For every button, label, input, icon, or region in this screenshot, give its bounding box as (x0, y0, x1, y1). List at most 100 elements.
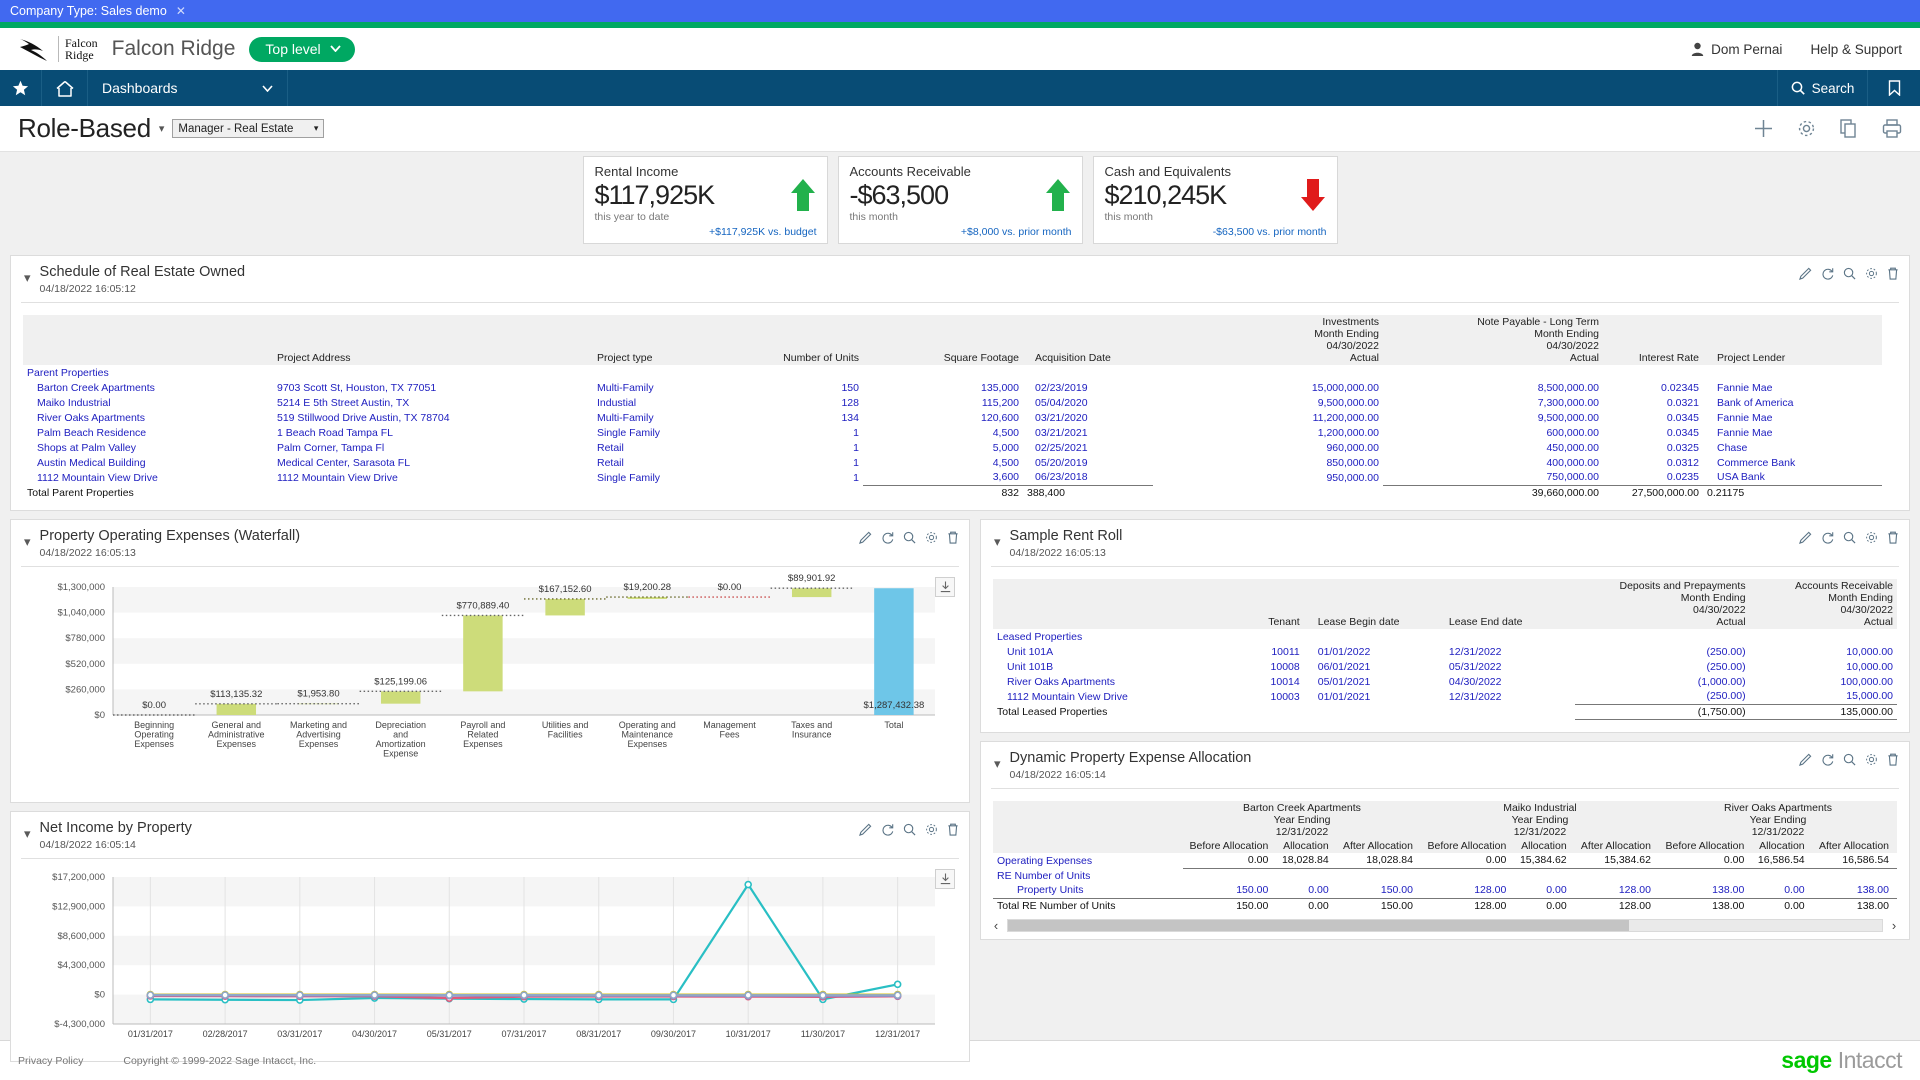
cell[interactable]: 0.00 (1658, 853, 1753, 869)
gear-icon[interactable] (1865, 531, 1878, 544)
net-income-chart[interactable]: $-4,300,000 $0 $4,300,000 $8,600,000 $12,900… (21, 865, 949, 1050)
cell[interactable]: (1,000.00) (1575, 674, 1750, 689)
cell[interactable]: Fannie Mae (1703, 425, 1882, 440)
table-row[interactable]: Barton Creek Apartments 9703 Scott St, Ho… (23, 380, 1897, 395)
cell[interactable]: 02/23/2019 (1023, 380, 1153, 395)
scrollbar-track[interactable] (1007, 919, 1883, 932)
trash-icon[interactable] (947, 823, 959, 836)
cell[interactable]: Fannie Mae (1703, 380, 1882, 395)
cell[interactable]: 9,500,000.00 (1383, 410, 1603, 425)
cell[interactable]: 4,500 (863, 425, 1023, 440)
cell[interactable]: 1 (733, 470, 863, 485)
cell[interactable]: 150.00 (1183, 883, 1276, 898)
cell[interactable] (1752, 868, 1812, 883)
cell[interactable]: 950,000.00 (1153, 470, 1383, 485)
search-icon[interactable] (1843, 267, 1856, 280)
cell[interactable]: 100,000.00 (1750, 674, 1897, 689)
edit-icon[interactable] (1799, 267, 1812, 280)
cell[interactable]: 1 (733, 440, 863, 455)
cell[interactable]: 10003 (1203, 689, 1304, 704)
table-row[interactable]: Maiko Industrial 5214 E 5th Street Austin… (23, 395, 1897, 410)
cell[interactable] (1183, 868, 1276, 883)
data-point[interactable] (520, 991, 528, 999)
cell[interactable]: 18,028.84 (1276, 853, 1337, 869)
cell[interactable]: (250.00) (1575, 689, 1750, 704)
table-row[interactable]: Total RE Number of Units 150.00 0.00 150.00… (993, 897, 1897, 913)
waterfall-bar[interactable] (545, 598, 585, 616)
data-point[interactable] (744, 991, 752, 1000)
cell[interactable]: 1 (733, 425, 863, 440)
table-row[interactable]: Shops at Palm Valley Palm Corner, Tampa F… (23, 440, 1897, 455)
table-row[interactable]: 1112 Mountain View Drive 1112 Mountain Vi… (23, 470, 1897, 485)
scroll-left-icon[interactable]: ‹ (989, 918, 1003, 933)
gear-icon[interactable] (1865, 267, 1878, 280)
kpi-card-cash-and-equivalents[interactable]: Cash and Equivalents $210,245K this mont… (1092, 155, 1338, 244)
gear-icon[interactable] (925, 823, 938, 836)
search-icon[interactable] (903, 531, 916, 544)
row-label[interactable]: RE Number of Units (993, 868, 1183, 883)
cell[interactable]: 05/04/2020 (1023, 395, 1153, 410)
cell[interactable]: 7,300,000.00 (1383, 395, 1603, 410)
gear-icon[interactable] (925, 531, 938, 544)
cell[interactable]: 15,000.00 (1750, 689, 1897, 704)
cell[interactable]: 138.00 (1659, 883, 1752, 898)
cell[interactable]: 06/01/2021 (1304, 659, 1435, 674)
cell[interactable]: USA Bank (1703, 470, 1882, 485)
cell[interactable]: Multi-Family (593, 380, 733, 395)
cell[interactable]: 0.0321 (1603, 395, 1703, 410)
cell[interactable]: Single Family (593, 425, 733, 440)
cell[interactable]: 01/01/2022 (1304, 644, 1435, 659)
cell[interactable]: 02/25/2021 (1023, 440, 1153, 455)
table-row[interactable]: Austin Medical Building Medical Center, S… (23, 455, 1897, 470)
cell[interactable]: 0.00 (1420, 853, 1515, 869)
data-point[interactable] (819, 991, 827, 1000)
cell[interactable]: Retail (593, 455, 733, 470)
cell[interactable] (1514, 868, 1574, 883)
cell[interactable] (1421, 868, 1514, 883)
refresh-icon[interactable] (1821, 267, 1834, 280)
cell[interactable]: 10014 (1203, 674, 1304, 689)
kpi-card-accounts-receivable[interactable]: Accounts Receivable -$63,500 this month … (837, 155, 1083, 244)
cell[interactable]: Palm Beach Residence (23, 425, 273, 440)
global-search-button[interactable]: Search (1778, 70, 1868, 106)
cell[interactable]: 05/01/2021 (1304, 674, 1435, 689)
cell[interactable]: 0.00 (1752, 883, 1812, 898)
data-point[interactable] (594, 991, 603, 1000)
trash-icon[interactable] (1887, 531, 1899, 544)
waterfall-bar[interactable] (463, 615, 503, 692)
cell[interactable]: 750,000.00 (1383, 470, 1603, 485)
cell[interactable]: 03/21/2021 (1023, 425, 1153, 440)
cell[interactable]: 120,600 (863, 410, 1023, 425)
edit-icon[interactable] (859, 823, 872, 836)
trash-icon[interactable] (947, 531, 959, 544)
add-icon[interactable] (1754, 119, 1773, 138)
cell[interactable] (1276, 868, 1336, 883)
cell[interactable]: 1112 Mountain View Drive (993, 689, 1203, 704)
cell[interactable]: Barton Creek Apartments (23, 380, 273, 395)
cell[interactable]: 128.00 (1420, 897, 1515, 913)
cell[interactable]: 12/31/2022 (1435, 644, 1575, 659)
cell[interactable]: 128.00 (1575, 883, 1659, 898)
gear-icon[interactable] (1797, 119, 1816, 138)
trash-icon[interactable] (1887, 267, 1899, 280)
cell[interactable]: 0.0345 (1603, 425, 1703, 440)
search-icon[interactable] (903, 823, 916, 836)
cell[interactable]: 0.02345 (1603, 380, 1703, 395)
table-row[interactable]: RE Number of Units (993, 868, 1897, 883)
cell[interactable]: 9703 Scott St, Houston, TX 77051 (273, 380, 593, 395)
role-select[interactable]: Manager - Real Estate ▾ (172, 119, 325, 138)
data-point[interactable] (146, 991, 155, 999)
cell[interactable]: 0.0235 (1603, 470, 1703, 485)
table-row[interactable]: River Oaks Apartments 519 Stillwood Drive… (23, 410, 1897, 425)
table-row[interactable]: Palm Beach Residence 1 Beach Road Tampa F… (23, 425, 1897, 440)
cell[interactable]: 0.00 (1514, 897, 1575, 913)
cell[interactable]: 135,000 (863, 380, 1023, 395)
cell[interactable]: 115,200 (863, 395, 1023, 410)
refresh-icon[interactable] (881, 531, 894, 544)
cell[interactable]: 1 (733, 455, 863, 470)
waterfall-bar[interactable] (874, 588, 914, 715)
table-row[interactable]: Unit 101B 10008 06/01/2021 05/31/2022 (250.0… (993, 659, 1897, 674)
waterfall-chart[interactable]: $0 $260,000 $520,000 $780,000 $1,040,000 $1,3… (21, 573, 949, 791)
favorites-button[interactable] (0, 70, 42, 106)
cell[interactable]: Chase (1703, 440, 1882, 455)
